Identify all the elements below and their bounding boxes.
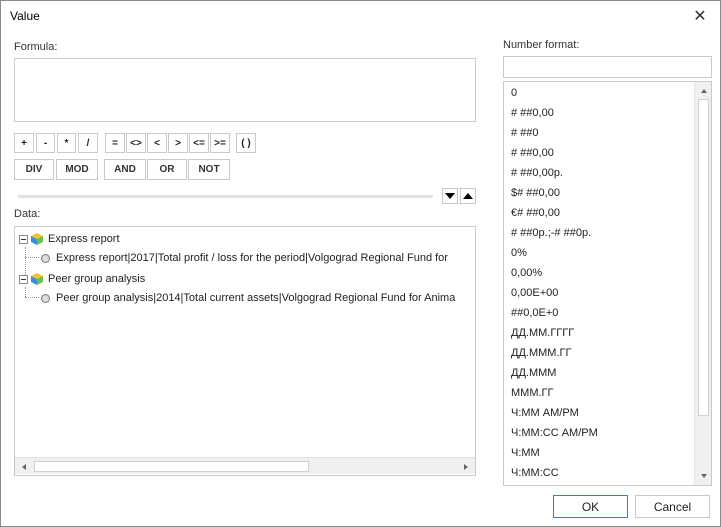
scroll-left-icon[interactable] xyxy=(18,461,30,472)
list-item[interactable]: # ##0,00р. xyxy=(511,163,563,183)
list-item[interactable]: # ##0 xyxy=(511,123,539,143)
op-greater-button[interactable]: > xyxy=(168,133,188,153)
list-item[interactable]: $# ##0,00 xyxy=(511,183,560,203)
list-item[interactable]: 0,00E+00 xyxy=(511,283,558,303)
list-item[interactable]: 0 xyxy=(511,83,517,103)
scrollbar-thumb[interactable] xyxy=(698,99,709,416)
op-equal-button[interactable]: = xyxy=(105,133,125,153)
arrow-up-icon xyxy=(463,193,473,199)
collapse-icon[interactable] xyxy=(19,274,28,284)
tree-leaf-express-report[interactable]: Express report|2017|Total profit / loss … xyxy=(41,249,448,267)
mod-button[interactable]: MOD xyxy=(56,159,98,180)
ok-button[interactable]: OK xyxy=(553,495,628,518)
op-minus-button[interactable]: - xyxy=(36,133,55,153)
scroll-down-icon[interactable] xyxy=(698,470,709,482)
scroll-right-icon[interactable] xyxy=(460,461,472,472)
cube-icon xyxy=(31,233,43,245)
op-multiply-button[interactable]: * xyxy=(57,133,76,153)
value-dialog: Value ✕ Formula: + - * / = <> < > <= >= … xyxy=(0,0,721,527)
div-button[interactable]: DIV xyxy=(14,159,54,180)
or-button[interactable]: OR xyxy=(147,159,187,180)
list-item[interactable]: # ##0,00 xyxy=(511,103,554,123)
panel-splitter[interactable] xyxy=(18,195,433,198)
number-format-label: Number format: xyxy=(503,39,580,51)
tree-connector xyxy=(25,297,39,298)
list-item[interactable]: Ч:ММ xyxy=(511,443,540,463)
not-button[interactable]: NOT xyxy=(188,159,230,180)
data-label: Data: xyxy=(14,208,41,220)
list-item[interactable]: Ч:ММ:СС xyxy=(511,463,559,483)
data-tree: Express report Express report|2017|Total… xyxy=(14,226,476,476)
list-item[interactable]: # ##0р.;-# ##0р. xyxy=(511,223,591,243)
dialog-title: Value xyxy=(10,9,40,23)
op-notequal-button[interactable]: <> xyxy=(126,133,146,153)
leaf-icon xyxy=(41,293,50,303)
number-format-list[interactable]: 0 # ##0,00 # ##0 # ##0,00 # ##0,00р. $# … xyxy=(503,81,712,486)
op-parentheses-button[interactable]: ( ) xyxy=(236,133,256,153)
tree-leaf-label: Express report|2017|Total profit / loss … xyxy=(56,252,448,264)
list-item[interactable]: ##0,0E+0 xyxy=(511,303,558,323)
cancel-button[interactable]: Cancel xyxy=(635,495,710,518)
op-lessequal-button[interactable]: <= xyxy=(189,133,209,153)
list-item[interactable]: 0% xyxy=(511,243,527,263)
op-plus-button[interactable]: + xyxy=(14,133,34,153)
leaf-icon xyxy=(41,253,50,263)
tree-connector xyxy=(25,287,26,297)
scroll-up-icon[interactable] xyxy=(698,85,709,97)
tree-connector xyxy=(25,257,39,258)
list-item[interactable]: Ч:ММ:СС AM/PM xyxy=(511,423,598,443)
number-format-input[interactable] xyxy=(503,56,712,78)
op-less-button[interactable]: < xyxy=(147,133,167,153)
op-greaterequal-button[interactable]: >= xyxy=(210,133,230,153)
and-button[interactable]: AND xyxy=(104,159,146,180)
data-horizontal-scrollbar[interactable] xyxy=(15,457,475,474)
list-item[interactable]: # ##0,00 xyxy=(511,143,554,163)
list-item[interactable]: МММ.ГГ xyxy=(511,383,553,403)
collapse-icon[interactable] xyxy=(19,234,28,244)
tree-node-label: Peer group analysis xyxy=(48,273,146,285)
formula-label: Formula: xyxy=(14,41,58,53)
list-item[interactable]: ДД.ММ.ГГГГ xyxy=(511,323,574,343)
list-item[interactable]: 0,00% xyxy=(511,263,542,283)
cube-icon xyxy=(31,273,43,285)
move-down-button[interactable] xyxy=(442,188,458,204)
op-divide-button[interactable]: / xyxy=(78,133,98,153)
tree-node-express-report[interactable]: Express report xyxy=(19,230,120,248)
tree-node-label: Express report xyxy=(48,233,120,245)
list-item[interactable]: ДД.МММ.ГГ xyxy=(511,343,571,363)
close-button[interactable]: ✕ xyxy=(689,5,711,27)
move-up-button[interactable] xyxy=(460,188,476,204)
list-item[interactable]: €# ##0,00 xyxy=(511,203,560,223)
formula-input[interactable] xyxy=(14,58,476,122)
number-format-vertical-scrollbar[interactable] xyxy=(694,82,711,485)
tree-leaf-label: Peer group analysis|2014|Total current a… xyxy=(56,292,456,304)
list-item[interactable]: ДД.МММ xyxy=(511,363,556,383)
tree-node-peer-group-analysis[interactable]: Peer group analysis xyxy=(19,270,145,288)
list-item[interactable]: Ч:ММ AM/PM xyxy=(511,403,579,423)
scrollbar-thumb[interactable] xyxy=(34,461,309,472)
arrow-down-icon xyxy=(445,193,455,199)
tree-leaf-peer-group-analysis[interactable]: Peer group analysis|2014|Total current a… xyxy=(41,289,455,307)
